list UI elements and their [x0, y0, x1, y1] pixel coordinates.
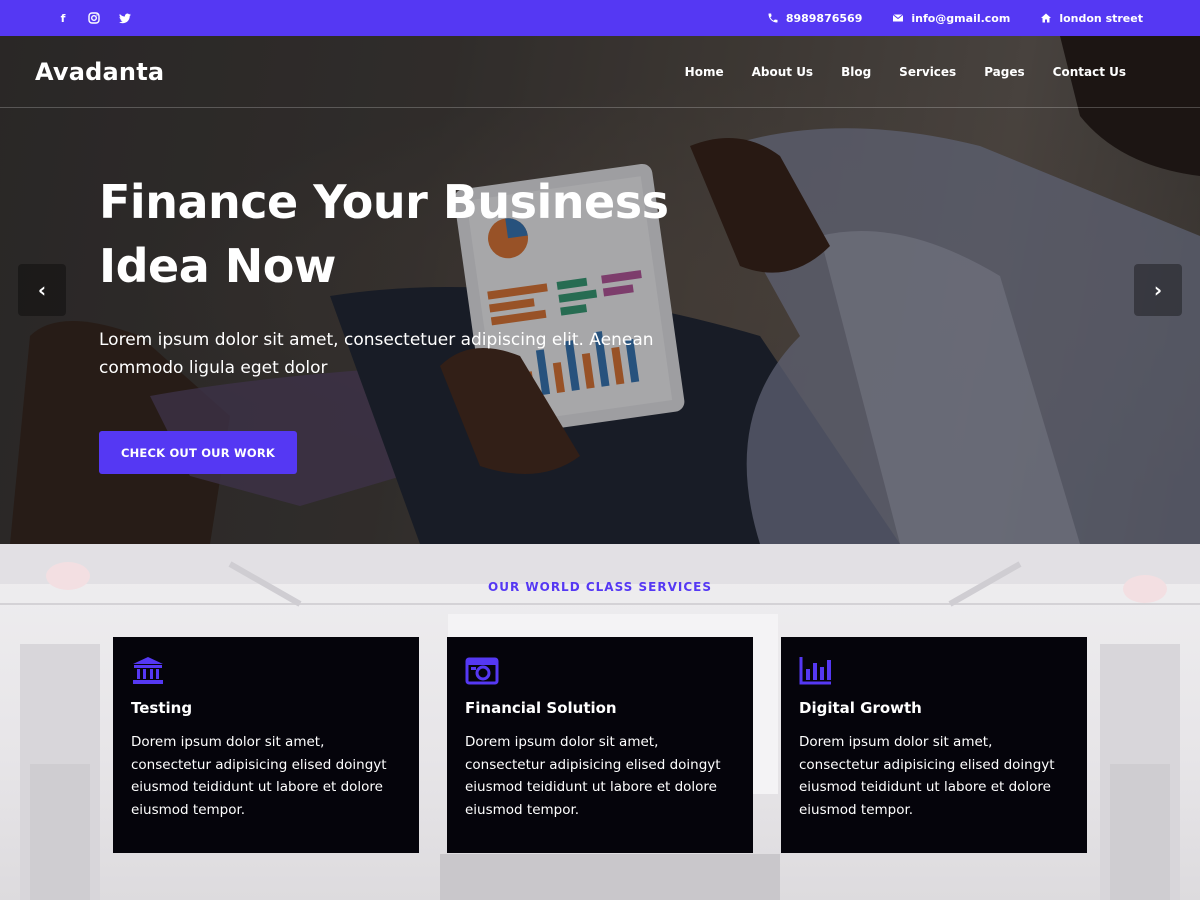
hero-slider: Avadanta Home About Us Blog Services Pag… — [0, 36, 1200, 544]
service-card-testing: Testing Dorem ipsum dolor sit amet, cons… — [113, 637, 419, 853]
phone-icon — [768, 13, 778, 23]
home-icon — [1041, 13, 1052, 23]
nav-item-pages[interactable]: Pages — [984, 65, 1024, 79]
hero-subtitle: Lorem ipsum dolor sit amet, consectetuer… — [99, 330, 654, 378]
street-address: london street — [1059, 11, 1143, 25]
bar-chart-icon — [799, 655, 833, 685]
service-description: Dorem ipsum dolor sit amet, consectetur … — [465, 734, 721, 818]
service-title: Financial Solution — [465, 699, 617, 717]
service-card-digital-growth: Digital Growth Dorem ipsum dolor sit ame… — [781, 637, 1087, 853]
phone-number: 8989876569 — [785, 11, 863, 25]
hero-title: Finance Your Business Idea Now — [99, 170, 719, 298]
check-out-our-work-button[interactable]: CHECK OUT OUR WORK — [99, 431, 297, 474]
slider-prev-button[interactable]: ‹ — [18, 264, 66, 316]
site-logo[interactable]: Avadanta — [35, 58, 164, 86]
address-contact: london street — [1040, 12, 1143, 25]
service-card-financial-solution: Financial Solution Dorem ipsum dolor sit… — [447, 637, 753, 853]
social-links: f — [56, 11, 132, 25]
services-section: OUR WORLD CLASS SERVICES Testing Dorem i… — [0, 544, 1200, 900]
phone-contact[interactable]: 8989876569 — [767, 11, 863, 25]
services-heading: OUR WORLD CLASS SERVICES — [488, 580, 712, 594]
nav-item-services[interactable]: Services — [899, 65, 956, 79]
service-title: Testing — [131, 699, 193, 717]
hero-title-line-2: Idea Now — [99, 239, 336, 293]
email-contact[interactable]: info@gmail.com — [892, 12, 1010, 25]
main-navigation: Avadanta Home About Us Blog Services Pag… — [0, 36, 1200, 108]
chevron-right-icon: › — [1153, 278, 1163, 302]
instagram-icon[interactable] — [87, 11, 101, 25]
nav-item-blog[interactable]: Blog — [841, 65, 871, 79]
chevron-left-icon: ‹ — [37, 278, 47, 302]
bank-icon — [131, 655, 165, 685]
nav-item-home[interactable]: Home — [685, 65, 724, 79]
camera-icon — [465, 655, 499, 685]
slider-next-button[interactable]: › — [1134, 264, 1182, 316]
twitter-icon[interactable] — [118, 11, 132, 25]
service-title: Digital Growth — [799, 699, 922, 717]
nav-item-contact-us[interactable]: Contact Us — [1053, 65, 1126, 79]
email-address: info@gmail.com — [911, 11, 1011, 25]
envelope-icon — [893, 14, 904, 22]
contact-info: 8989876569 info@gmail.com london street — [767, 12, 1143, 25]
service-description: Dorem ipsum dolor sit amet, consectetur … — [131, 734, 387, 818]
nav-item-about-us[interactable]: About Us — [752, 65, 813, 79]
nav-menu: Home About Us Blog Services Pages Contac… — [685, 65, 1126, 79]
service-description: Dorem ipsum dolor sit amet, consectetur … — [799, 734, 1055, 818]
top-bar: f 8989876569 info@gmail.com london stree… — [0, 0, 1200, 36]
hero-title-line-1: Finance Your Business — [99, 175, 669, 229]
facebook-icon[interactable]: f — [56, 11, 70, 25]
